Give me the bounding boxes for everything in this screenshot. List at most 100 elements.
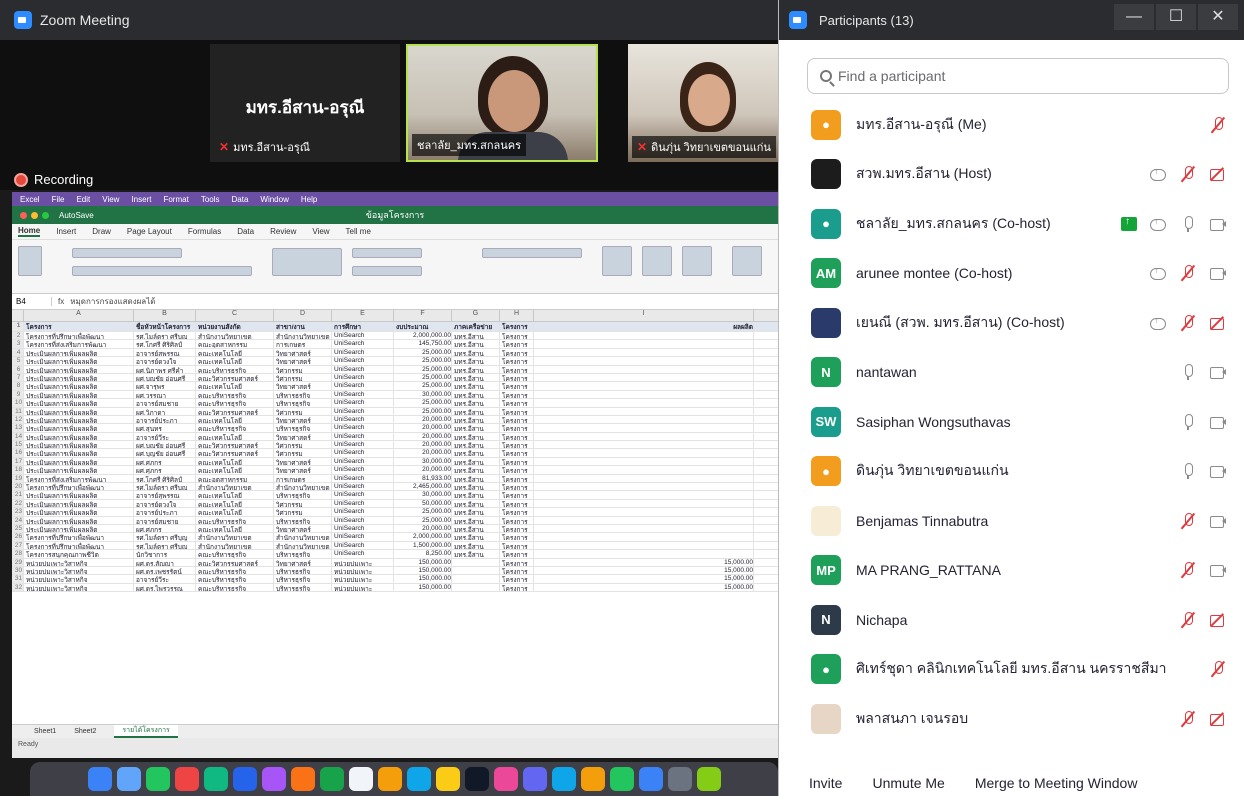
row-number[interactable]: 5: [12, 357, 24, 365]
table-cell[interactable]: UniSearch: [332, 399, 394, 407]
table-cell[interactable]: โครงการ: [500, 399, 534, 407]
table-cell[interactable]: โครงการ: [500, 558, 534, 566]
table-cell[interactable]: 1,500,000.00: [394, 541, 452, 550]
row-number[interactable]: 20: [12, 483, 24, 491]
table-cell[interactable]: UniSearch: [332, 407, 394, 415]
row-number[interactable]: 6: [12, 365, 24, 373]
recording-indicator[interactable]: Recording: [14, 172, 93, 187]
dock-app-icon[interactable]: [696, 767, 721, 791]
table-cell[interactable]: 30,000.00: [394, 390, 452, 399]
table-cell[interactable]: ผศ.ศุภกร: [134, 524, 196, 533]
menubar-item[interactable]: Tools: [201, 195, 220, 204]
table-cell[interactable]: [534, 407, 754, 415]
conditional-formatting-icon[interactable]: [602, 246, 632, 276]
table-cell[interactable]: วิทยาศาสตร์: [274, 415, 332, 424]
table-cell[interactable]: วิศวกรรม: [274, 365, 332, 373]
column-header[interactable]: B: [134, 310, 196, 321]
table-cell[interactable]: มทร.อีสาน: [452, 390, 500, 399]
menubar-item[interactable]: Format: [163, 195, 188, 204]
table-cell[interactable]: วิศวกรรม: [274, 449, 332, 457]
table-cell[interactable]: คณะบริหารธุรกิจ: [196, 390, 274, 399]
menubar-item[interactable]: Data: [232, 195, 249, 204]
table-cell[interactable]: 15,000.00: [534, 575, 754, 583]
table-cell[interactable]: 25,000.00: [394, 516, 452, 524]
table-cell[interactable]: คณะเทคโนโลยี: [196, 466, 274, 474]
table-cell[interactable]: รศ.ไมล์ตรา ศรีบุญ: [134, 541, 196, 550]
column-header[interactable]: D: [274, 310, 332, 321]
table-cell[interactable]: วิศวกรรม: [274, 441, 332, 449]
row-number[interactable]: 2: [12, 332, 24, 340]
table-cell[interactable]: ประเมินผลการเพิ่มผลผลิต: [24, 357, 134, 365]
maximize-icon[interactable]: ☐: [1156, 4, 1196, 30]
table-cell[interactable]: [534, 491, 754, 499]
header-cell[interactable]: สาขา/งาน: [274, 322, 332, 331]
table-cell[interactable]: 20,000.00: [394, 449, 452, 457]
table-cell[interactable]: UniSearch: [332, 483, 394, 491]
table-cell[interactable]: มทร.อีสาน: [452, 415, 500, 424]
ribbon-tab[interactable]: Home: [18, 226, 41, 237]
dock-app-icon[interactable]: [261, 767, 286, 791]
table-cell[interactable]: หน่วยบ่มเพาะวิสาหกิจ: [24, 558, 134, 566]
table-cell[interactable]: UniSearch: [332, 340, 394, 348]
column-header[interactable]: G: [452, 310, 500, 321]
table-cell[interactable]: โครงการ: [500, 474, 534, 482]
table-cell[interactable]: UniSearch: [332, 382, 394, 390]
table-cell[interactable]: ผศ.วรรณา: [134, 390, 196, 399]
table-cell[interactable]: คณะบริหารธุรกิจ: [196, 566, 274, 575]
table-cell[interactable]: คณะบริหารธุรกิจ: [196, 583, 274, 592]
table-cell[interactable]: ผศ.จารุพร: [134, 382, 196, 390]
table-cell[interactable]: [452, 583, 500, 592]
table-cell[interactable]: 25,000.00: [394, 508, 452, 516]
table-cell[interactable]: 20,000.00: [394, 424, 452, 432]
table-cell[interactable]: [534, 432, 754, 441]
table-cell[interactable]: ประเมินผลการเพิ่มผลผลิต: [24, 457, 134, 466]
table-cell[interactable]: มทร.อีสาน: [452, 516, 500, 524]
column-header[interactable]: E: [332, 310, 394, 321]
participant-row[interactable]: สวพ.มทร.อีสาน (Host): [779, 150, 1244, 200]
table-cell[interactable]: [534, 483, 754, 491]
table-cell[interactable]: คณะเทคโนโลยี: [196, 415, 274, 424]
menubar-item[interactable]: Insert: [131, 195, 151, 204]
dock-app-icon[interactable]: [638, 767, 663, 791]
table-cell[interactable]: ผศ.ดร.ไพรวรรณ: [134, 583, 196, 592]
row-number[interactable]: 3: [12, 340, 24, 348]
table-cell[interactable]: สำนักงานวิทยาเขต: [274, 483, 332, 491]
ribbon-tab[interactable]: Draw: [92, 227, 111, 236]
table-cell[interactable]: ผศ.ศุภกร: [134, 457, 196, 466]
row-number[interactable]: 29: [12, 558, 24, 566]
minimize-icon[interactable]: —: [1114, 4, 1154, 30]
dock-app-icon[interactable]: [348, 767, 373, 791]
table-cell[interactable]: อาจารย์ดวงใจ: [134, 357, 196, 365]
table-cell[interactable]: รศ.ไมล์ตรา ศรีบุญ: [134, 332, 196, 340]
table-cell[interactable]: UniSearch: [332, 491, 394, 499]
table-cell[interactable]: [534, 541, 754, 550]
table-cell[interactable]: [534, 399, 754, 407]
table-cell[interactable]: ผศ.ดร.สัญญา: [134, 558, 196, 566]
table-cell[interactable]: วิทยาศาสตร์: [274, 357, 332, 365]
table-cell[interactable]: มทร.อีสาน: [452, 541, 500, 550]
wrap-text-button[interactable]: [352, 248, 422, 258]
table-cell[interactable]: [534, 382, 754, 390]
table-cell[interactable]: 20,000.00: [394, 441, 452, 449]
table-cell[interactable]: ประเมินผลการเพิ่มผลผลิต: [24, 424, 134, 432]
table-cell[interactable]: ผศ.ดร.เพชรรัตน์: [134, 566, 196, 575]
table-cell[interactable]: 150,000.00: [394, 566, 452, 575]
table-cell[interactable]: ผศ.บุญชัย อ่อนศรี: [134, 441, 196, 449]
table-cell[interactable]: คณะวิศวกรรมศาสตร์: [196, 373, 274, 382]
column-header[interactable]: C: [196, 310, 274, 321]
menubar-item[interactable]: View: [102, 195, 119, 204]
table-cell[interactable]: โครงการ: [500, 541, 534, 550]
table-cell[interactable]: วิทยาศาสตร์: [274, 382, 332, 390]
table-cell[interactable]: คณะบริหารธุรกิจ: [196, 399, 274, 407]
table-cell[interactable]: ประเมินผลการเพิ่มผลผลิต: [24, 390, 134, 399]
row-number[interactable]: 18: [12, 466, 24, 474]
table-cell[interactable]: โครงการ: [500, 566, 534, 575]
table-cell[interactable]: [452, 566, 500, 575]
table-cell[interactable]: 25,000.00: [394, 399, 452, 407]
alignment-buttons[interactable]: [272, 248, 342, 276]
table-cell[interactable]: [534, 474, 754, 482]
participant-search[interactable]: [807, 58, 1229, 94]
table-cell[interactable]: [534, 357, 754, 365]
table-cell[interactable]: 30,000.00: [394, 491, 452, 499]
table-cell[interactable]: อาจารย์ประภา: [134, 415, 196, 424]
